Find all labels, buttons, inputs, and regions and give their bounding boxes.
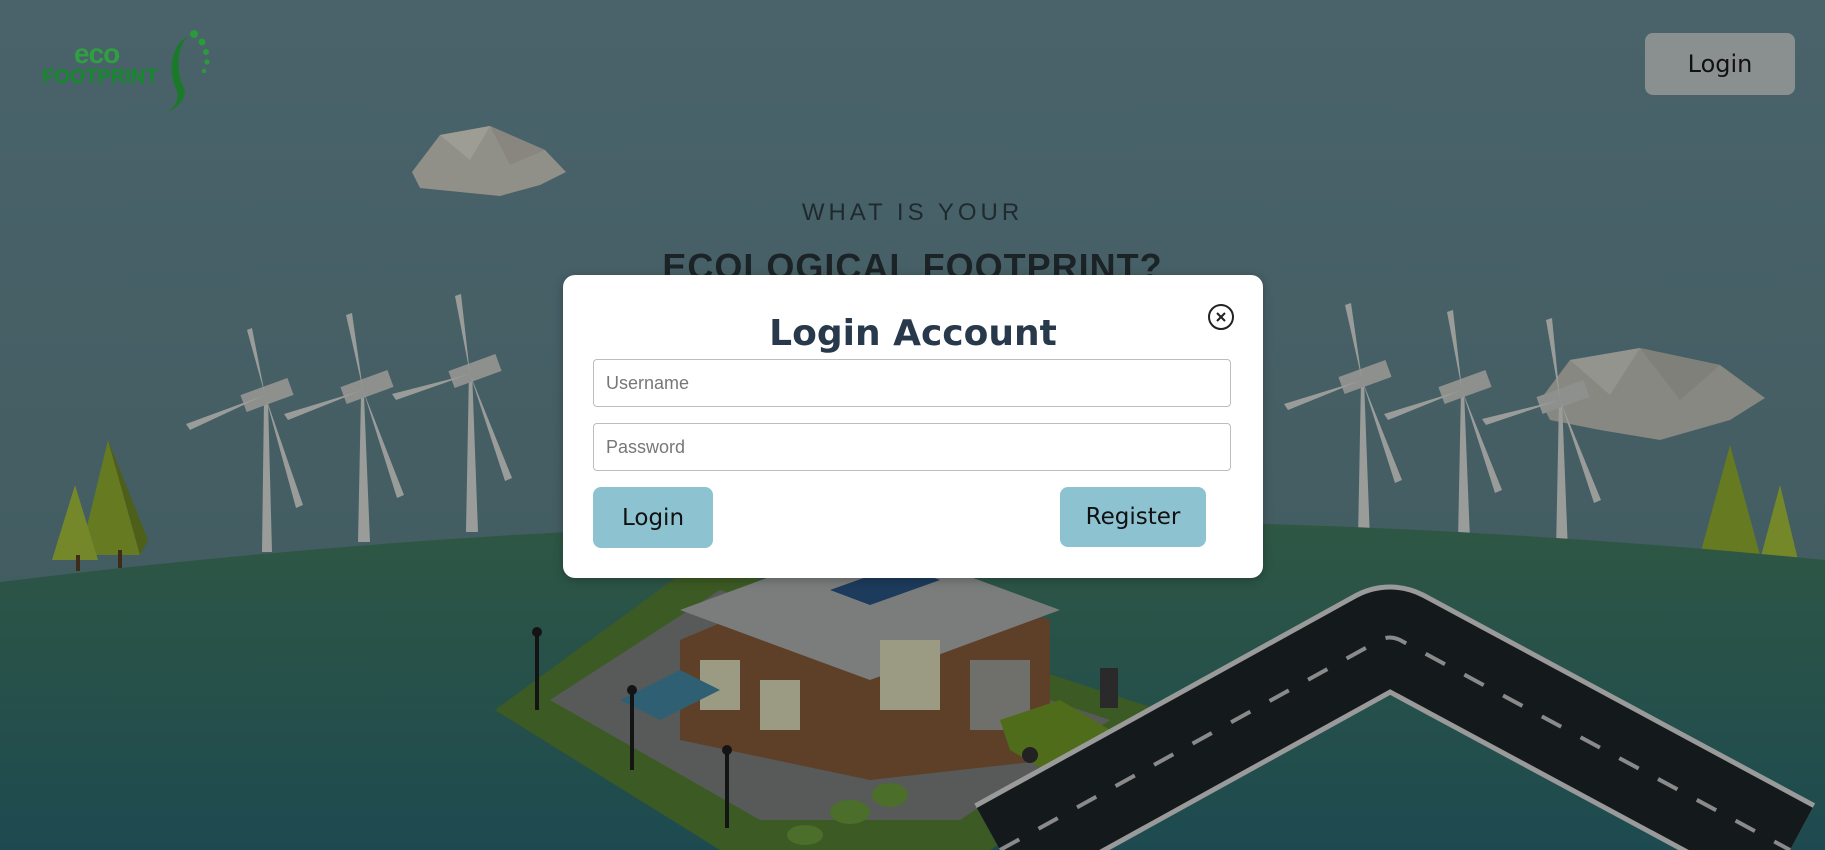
modal-title: Login Account — [769, 313, 1057, 354]
header-login-button[interactable]: Login — [1645, 33, 1795, 95]
password-input[interactable] — [593, 423, 1231, 471]
login-modal: Login Account Login Register — [563, 275, 1263, 578]
logo-footprint-text: FOOTPRINT — [42, 66, 158, 88]
close-button[interactable] — [1208, 304, 1234, 330]
register-button[interactable]: Register — [1060, 487, 1206, 547]
footprint-icon — [166, 30, 210, 112]
username-input[interactable] — [593, 359, 1231, 407]
login-button[interactable]: Login — [593, 487, 713, 548]
close-circle-icon — [1216, 312, 1226, 322]
logo[interactable]: eco FOOTPRINT — [38, 28, 218, 118]
hero-subtitle: WHAT IS YOUR — [801, 199, 1024, 226]
